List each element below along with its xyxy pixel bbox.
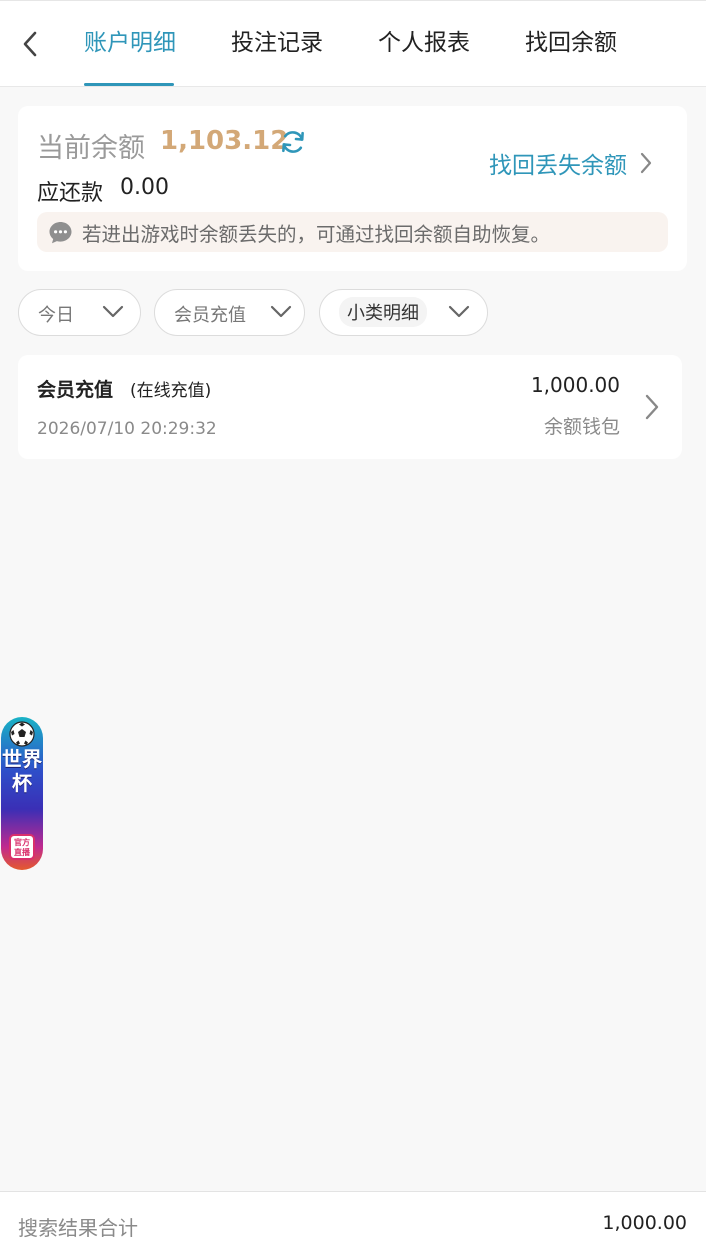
footer-label: 搜索结果合计 <box>18 1216 138 1240</box>
tab-bet-records[interactable]: 投注记录 <box>231 1 323 87</box>
chevron-down-icon <box>448 305 470 318</box>
back-button[interactable] <box>14 27 46 61</box>
amount-due-value: 0.00 <box>120 175 169 200</box>
chat-bubble-icon <box>49 221 72 243</box>
record-title: 会员充值 <box>37 379 114 401</box>
balance-notice: 若进出游戏时余额丢失的，可通过找回余额自助恢复。 <box>37 212 668 252</box>
badge-text: 世界杯 <box>2 747 42 795</box>
tab-recover-balance[interactable]: 找回余额 <box>525 1 617 87</box>
account-details-page: 账户明细 投注记录 个人报表 找回余额 当前余额 1,103.12 应还款 0.… <box>0 0 706 1254</box>
balance-value: 1,103.12 <box>160 126 289 156</box>
date-filter-dropdown[interactable]: 今日 <box>18 289 141 336</box>
record-wallet: 余额钱包 <box>543 416 620 438</box>
list-item[interactable]: 会员充值 (在线充值) 2026/07/10 20:29:32 1,000.00… <box>18 355 682 459</box>
balance-card: 当前余额 1,103.12 应还款 0.00 找回丢失余额 若进出游戏时余额丢失… <box>18 106 687 271</box>
type-filter-label: 会员充值 <box>174 305 246 326</box>
tab-personal-report[interactable]: 个人报表 <box>378 1 470 87</box>
balance-label: 当前余额 <box>37 133 145 164</box>
notice-text: 若进出游戏时余额丢失的，可通过找回余额自助恢复。 <box>82 222 551 246</box>
world-cup-live-badge[interactable]: 世界杯 官方直播 <box>1 717 43 870</box>
recover-lost-balance-label: 找回丢失余额 <box>489 153 627 179</box>
record-amount: 1,000.00 <box>530 373 620 397</box>
soccer-ball-icon <box>9 721 35 747</box>
active-tab-indicator <box>84 83 174 86</box>
tab-account-details[interactable]: 账户明细 <box>84 1 176 87</box>
footer-total: 1,000.00 <box>602 1212 687 1234</box>
badge-tag: 官方直播 <box>9 834 35 860</box>
subcategory-filter-label: 小类明细 <box>339 297 427 327</box>
chevron-down-icon <box>102 305 124 318</box>
amount-due-label: 应还款 <box>37 181 104 206</box>
refresh-icon[interactable] <box>279 128 307 156</box>
chevron-down-icon <box>270 305 292 318</box>
top-navigation: 账户明细 投注记录 个人报表 找回余额 <box>0 0 706 87</box>
record-subtitle: (在线充值) <box>130 381 212 401</box>
chevron-right-icon <box>640 152 652 174</box>
type-filter-dropdown[interactable]: 会员充值 <box>154 289 305 336</box>
record-time: 2026/07/10 20:29:32 <box>37 419 217 439</box>
search-summary-footer: 搜索结果合计 1,000.00 <box>0 1191 706 1254</box>
date-filter-label: 今日 <box>38 305 74 326</box>
chevron-right-icon <box>645 394 659 420</box>
subcategory-filter-dropdown[interactable]: 小类明细 <box>319 289 488 336</box>
chevron-left-icon <box>23 31 37 57</box>
recover-lost-balance-link[interactable]: 找回丢失余额 <box>489 146 653 180</box>
